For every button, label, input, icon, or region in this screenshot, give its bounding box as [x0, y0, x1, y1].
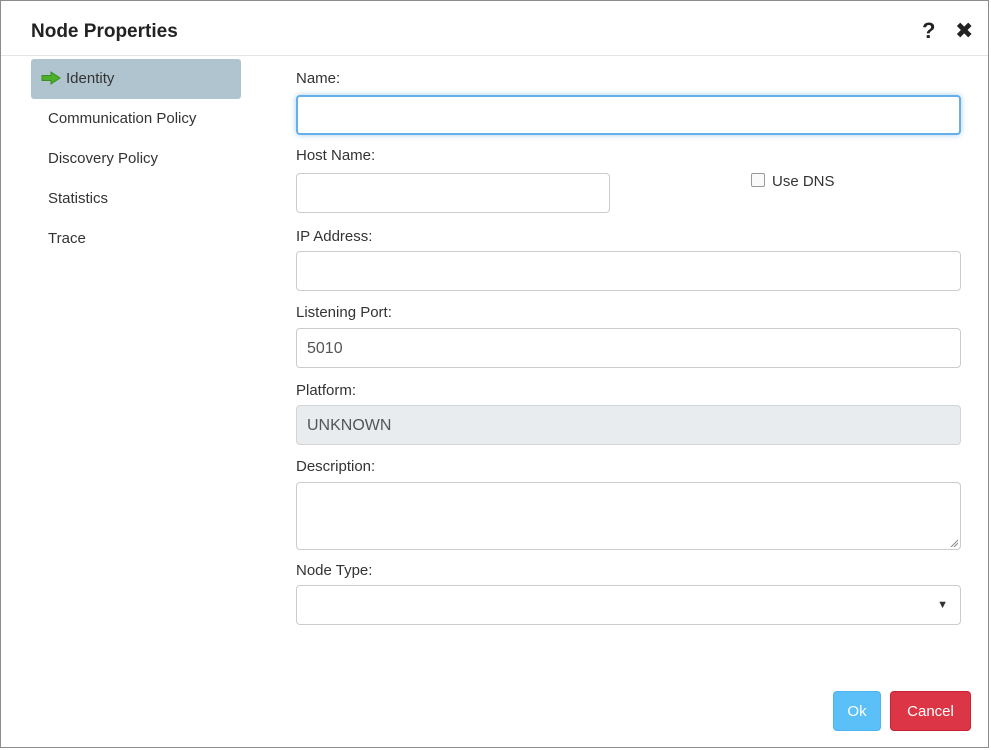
- node-properties-dialog: Node Properties ? ✖ Identity Communicati…: [0, 0, 989, 748]
- sidebar-item-statistics[interactable]: Statistics: [31, 179, 241, 219]
- node-type-select[interactable]: ▼: [296, 585, 961, 625]
- green-arrow-right-icon: [41, 71, 61, 85]
- sidebar-item-label: Statistics: [48, 190, 109, 207]
- sidebar-item-communication-policy[interactable]: Communication Policy: [31, 99, 241, 139]
- checkbox-icon[interactable]: [751, 173, 765, 187]
- sidebar-nav: Identity Communication Policy Discovery …: [31, 59, 241, 259]
- ip-address-label: IP Address:: [296, 228, 373, 245]
- sidebar-item-label: Trace: [48, 230, 86, 247]
- host-name-input[interactable]: [296, 173, 610, 213]
- use-dns-label: Use DNS: [772, 173, 835, 190]
- platform-label: Platform:: [296, 382, 357, 399]
- dialog-header: Node Properties ? ✖: [1, 1, 988, 56]
- platform-input: UNKNOWN: [296, 405, 961, 445]
- use-dns-checkbox[interactable]: Use DNS: [751, 173, 835, 190]
- sidebar-item-discovery-policy[interactable]: Discovery Policy: [31, 139, 241, 179]
- description-label: Description:: [296, 458, 376, 475]
- host-name-label: Host Name:: [296, 147, 376, 164]
- close-icon[interactable]: ✖: [955, 18, 973, 44]
- description-textarea[interactable]: [296, 482, 961, 550]
- help-icon[interactable]: ?: [922, 18, 935, 44]
- resize-grip-icon[interactable]: [950, 539, 958, 547]
- listening-port-label: Listening Port:: [296, 304, 392, 321]
- listening-port-value: 5010: [307, 340, 343, 357]
- name-label: Name:: [296, 70, 341, 87]
- dropdown-arrow-icon: ▼: [937, 599, 948, 611]
- name-input[interactable]: [296, 95, 961, 135]
- sidebar-item-label: Identity: [66, 70, 115, 87]
- platform-value: UNKNOWN: [307, 417, 392, 434]
- sidebar-item-trace[interactable]: Trace: [31, 219, 241, 259]
- ip-address-input[interactable]: [296, 251, 961, 291]
- sidebar-item-identity[interactable]: Identity: [31, 59, 241, 99]
- node-type-label: Node Type:: [296, 562, 373, 579]
- sidebar-item-label: Communication Policy: [48, 110, 197, 127]
- dialog-title: Node Properties: [31, 21, 178, 42]
- cancel-button[interactable]: Cancel: [890, 691, 971, 731]
- listening-port-input[interactable]: 5010: [296, 328, 961, 368]
- ok-button[interactable]: Ok: [833, 691, 881, 731]
- sidebar-item-label: Discovery Policy: [48, 150, 159, 167]
